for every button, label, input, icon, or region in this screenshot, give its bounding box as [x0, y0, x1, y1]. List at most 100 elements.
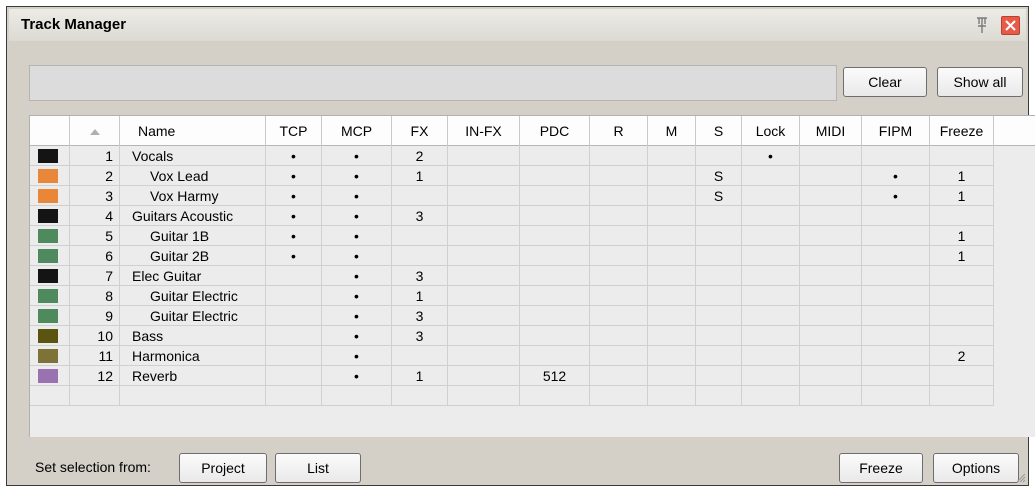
cell-fx[interactable] — [392, 346, 448, 366]
table-row[interactable]: 6 Guitar 2B • • 1 — [30, 246, 1035, 266]
cell-r[interactable] — [590, 226, 648, 246]
cell-pdc[interactable] — [520, 206, 590, 226]
cell-name[interactable]: Vox Harmy — [120, 186, 266, 206]
cell-r[interactable] — [590, 246, 648, 266]
cell-name[interactable]: Guitar 2B — [120, 246, 266, 266]
list-button[interactable]: List — [275, 453, 361, 483]
cell-fx[interactable]: 3 — [392, 266, 448, 286]
table-row[interactable]: 7 Elec Guitar • 3 — [30, 266, 1035, 286]
cell-num[interactable]: 1 — [70, 146, 120, 166]
cell-freeze[interactable] — [930, 366, 994, 386]
cell-pdc[interactable] — [520, 266, 590, 286]
cell-freeze[interactable] — [930, 286, 994, 306]
cell-mcp[interactable]: • — [322, 286, 392, 306]
cell-freeze[interactable] — [930, 326, 994, 346]
cell-name[interactable]: Reverb — [120, 366, 266, 386]
cell-fipm[interactable] — [862, 306, 930, 326]
cell-freeze[interactable]: 1 — [930, 226, 994, 246]
cell-fipm[interactable]: • — [862, 186, 930, 206]
cell-s[interactable] — [696, 286, 742, 306]
cell-fx[interactable] — [392, 386, 448, 406]
show-all-button[interactable]: Show all — [937, 67, 1023, 97]
cell-swatch[interactable] — [30, 146, 70, 166]
cell-r[interactable] — [590, 366, 648, 386]
column-header-s[interactable]: S — [696, 116, 742, 146]
cell-in-fx[interactable] — [448, 386, 520, 406]
cell-m[interactable] — [648, 366, 696, 386]
cell-freeze[interactable]: 2 — [930, 346, 994, 366]
cell-swatch[interactable] — [30, 346, 70, 366]
cell-m[interactable] — [648, 286, 696, 306]
cell-in-fx[interactable] — [448, 186, 520, 206]
cell-in-fx[interactable] — [448, 326, 520, 346]
cell-fx[interactable]: 3 — [392, 326, 448, 346]
cell-pdc[interactable] — [520, 146, 590, 166]
cell-lock[interactable] — [742, 266, 800, 286]
cell-mcp[interactable]: • — [322, 226, 392, 246]
column-header-freeze[interactable]: Freeze — [930, 116, 994, 146]
cell-pdc[interactable] — [520, 326, 590, 346]
cell-mcp[interactable]: • — [322, 306, 392, 326]
track-color-swatch[interactable] — [38, 189, 58, 203]
project-button[interactable]: Project — [179, 453, 267, 483]
cell-s[interactable] — [696, 326, 742, 346]
track-color-swatch[interactable] — [38, 149, 58, 163]
cell-num[interactable]: 2 — [70, 166, 120, 186]
cell-pdc[interactable] — [520, 386, 590, 406]
close-icon[interactable] — [1001, 16, 1020, 35]
cell-tcp[interactable]: • — [266, 186, 322, 206]
cell-freeze[interactable] — [930, 266, 994, 286]
cell-freeze[interactable] — [930, 386, 994, 406]
cell-num[interactable]: 8 — [70, 286, 120, 306]
cell-r[interactable] — [590, 346, 648, 366]
table-row[interactable]: 11 Harmonica • 2 — [30, 346, 1035, 366]
cell-in-fx[interactable] — [448, 246, 520, 266]
cell-num[interactable]: 6 — [70, 246, 120, 266]
cell-fipm[interactable] — [862, 146, 930, 166]
cell-pdc[interactable] — [520, 186, 590, 206]
cell-midi[interactable] — [800, 286, 862, 306]
freeze-button[interactable]: Freeze — [839, 453, 923, 483]
cell-name[interactable]: Harmonica — [120, 346, 266, 366]
track-color-swatch[interactable] — [38, 249, 58, 263]
track-color-swatch[interactable] — [38, 269, 58, 283]
cell-swatch[interactable] — [30, 166, 70, 186]
table-row[interactable]: 8 Guitar Electric • 1 — [30, 286, 1035, 306]
column-header-in-fx[interactable]: IN-FX — [448, 116, 520, 146]
cell-tcp[interactable] — [266, 386, 322, 406]
cell-lock[interactable] — [742, 346, 800, 366]
cell-r[interactable] — [590, 186, 648, 206]
cell-name[interactable]: Bass — [120, 326, 266, 346]
cell-lock[interactable]: • — [742, 146, 800, 166]
table-row[interactable] — [30, 386, 1035, 406]
cell-in-fx[interactable] — [448, 266, 520, 286]
track-color-swatch[interactable] — [38, 169, 58, 183]
cell-s[interactable] — [696, 386, 742, 406]
cell-mcp[interactable]: • — [322, 206, 392, 226]
cell-swatch[interactable] — [30, 206, 70, 226]
cell-s[interactable]: S — [696, 186, 742, 206]
cell-name[interactable]: Elec Guitar — [120, 266, 266, 286]
cell-fipm[interactable] — [862, 266, 930, 286]
options-button[interactable]: Options — [933, 453, 1019, 483]
title-bar[interactable]: Track Manager — [9, 9, 1026, 41]
cell-midi[interactable] — [800, 306, 862, 326]
cell-midi[interactable] — [800, 206, 862, 226]
cell-midi[interactable] — [800, 146, 862, 166]
cell-pdc[interactable]: 512 — [520, 366, 590, 386]
cell-pdc[interactable] — [520, 306, 590, 326]
cell-r[interactable] — [590, 146, 648, 166]
cell-midi[interactable] — [800, 366, 862, 386]
cell-midi[interactable] — [800, 166, 862, 186]
track-color-swatch[interactable] — [38, 289, 58, 303]
cell-fipm[interactable]: • — [862, 166, 930, 186]
cell-in-fx[interactable] — [448, 286, 520, 306]
cell-s[interactable]: S — [696, 166, 742, 186]
cell-fx[interactable]: 3 — [392, 306, 448, 326]
cell-freeze[interactable] — [930, 146, 994, 166]
cell-tcp[interactable]: • — [266, 246, 322, 266]
table-row[interactable]: 3 Vox Harmy • • S • 1 — [30, 186, 1035, 206]
cell-r[interactable] — [590, 306, 648, 326]
cell-num[interactable]: 12 — [70, 366, 120, 386]
cell-r[interactable] — [590, 286, 648, 306]
